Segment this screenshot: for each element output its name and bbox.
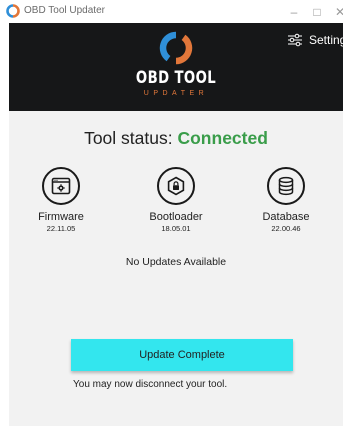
tool-status-label: Tool status: bbox=[84, 128, 173, 148]
bootloader-version: 18.05.01 bbox=[161, 224, 191, 233]
bootloader-icon-circle bbox=[157, 167, 195, 205]
settings-button[interactable]: Settings bbox=[287, 29, 343, 51]
database-component: Database 22.00.46 bbox=[241, 167, 331, 233]
database-version: 22.00.46 bbox=[271, 224, 301, 233]
window-titlebar: OBD Tool Updater – □ ✕ bbox=[0, 0, 343, 23]
main-content: Tool status: Connected Firmware 22.11.05… bbox=[9, 111, 343, 426]
logo-subtitle: UPDATER bbox=[143, 90, 209, 97]
database-name: Database bbox=[262, 211, 310, 223]
bootloader-component: Bootloader 18.05.01 bbox=[131, 167, 221, 233]
app-header: OBD TOOL UPDATER Settings bbox=[9, 23, 343, 111]
obd-logo-icon bbox=[159, 31, 193, 65]
maximize-button[interactable]: □ bbox=[306, 0, 328, 23]
tool-status-value: Connected bbox=[177, 128, 268, 148]
minimize-button[interactable]: – bbox=[283, 0, 305, 23]
updates-message: No Updates Available bbox=[125, 256, 227, 268]
tool-status: Tool status: Connected bbox=[9, 128, 343, 149]
settings-label: Settings bbox=[309, 33, 343, 47]
lock-hexagon-icon bbox=[167, 176, 185, 196]
disconnect-note: You may now disconnect your tool. bbox=[73, 379, 228, 390]
bootloader-name: Bootloader bbox=[149, 211, 203, 223]
update-complete-button[interactable]: Update Complete bbox=[71, 339, 293, 371]
app-logo-icon bbox=[6, 4, 20, 18]
database-icon-circle bbox=[267, 167, 305, 205]
sliders-icon bbox=[288, 33, 302, 47]
window-title: OBD Tool Updater bbox=[24, 5, 105, 16]
firmware-window-gear-icon bbox=[51, 177, 71, 195]
close-button[interactable]: ✕ bbox=[329, 0, 343, 23]
firmware-name: Firmware bbox=[38, 211, 84, 223]
database-icon bbox=[278, 176, 294, 196]
firmware-component: Firmware 22.11.05 bbox=[16, 167, 106, 233]
logo-title: OBD TOOL bbox=[135, 68, 217, 88]
firmware-icon-circle bbox=[42, 167, 80, 205]
firmware-version: 22.11.05 bbox=[46, 224, 76, 233]
